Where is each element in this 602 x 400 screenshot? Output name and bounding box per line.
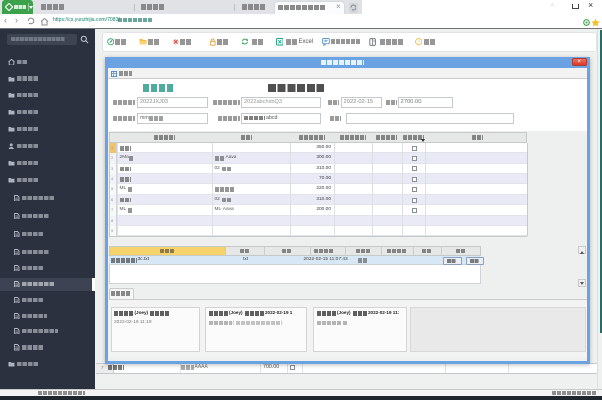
svg-text:?: ? — [417, 40, 420, 45]
